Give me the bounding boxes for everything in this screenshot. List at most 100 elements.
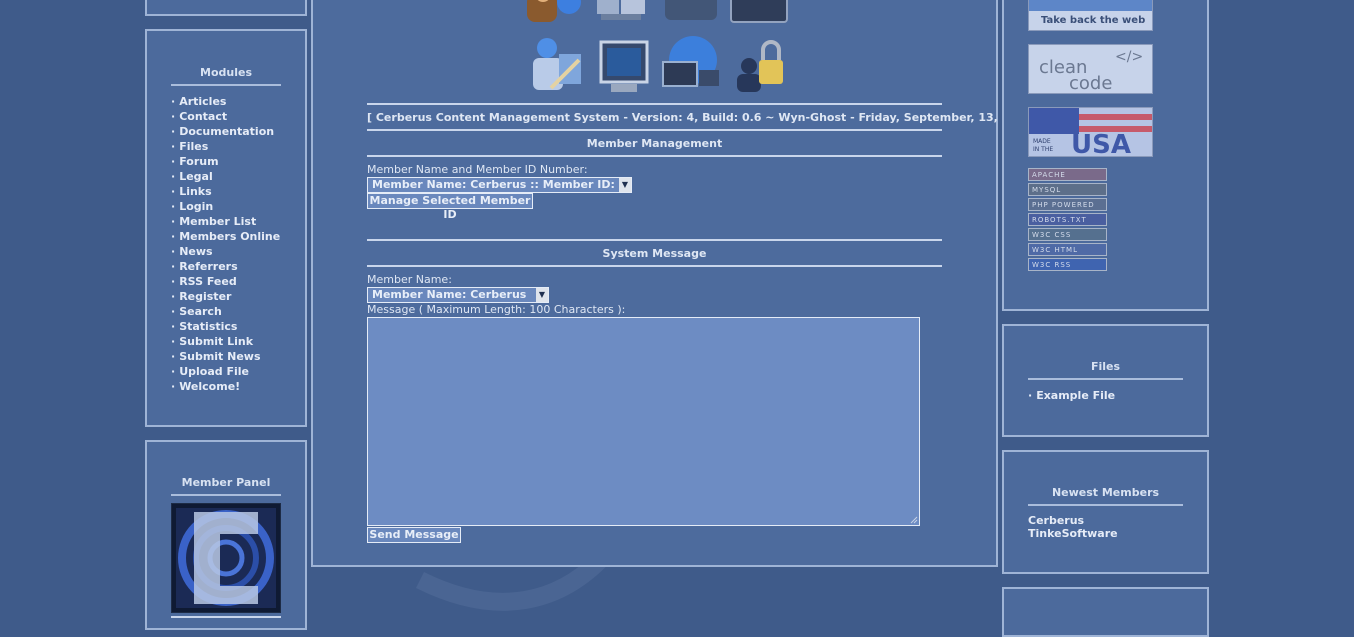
modules-title: Modules (171, 66, 281, 86)
module-link[interactable]: · Forum (171, 154, 281, 169)
module-link-label: Links (179, 185, 212, 198)
module-link-label: Statistics (179, 320, 238, 333)
clean-code-tag-icon: </> (1115, 49, 1144, 65)
send-message-button[interactable]: Send Message (367, 527, 461, 543)
bullet-icon: · (171, 185, 176, 198)
tools-icon[interactable] (663, 0, 719, 24)
users-globe-icon[interactable] (521, 0, 585, 24)
message-textarea[interactable] (367, 317, 920, 526)
module-link[interactable]: · Articles (171, 94, 281, 109)
newest-member-link[interactable]: TinkeSoftware (1028, 527, 1183, 540)
modules-menu: · Articles · Contact · Documentation · Files · Fo… (171, 94, 281, 394)
module-link[interactable]: · Login (171, 199, 281, 214)
w3c-html-badge[interactable]: W3C HTML (1028, 243, 1107, 256)
module-link[interactable]: · Legal (171, 169, 281, 184)
module-link[interactable]: · Submit News (171, 349, 281, 364)
mysql-badge[interactable]: MYSQL (1028, 183, 1107, 196)
module-link[interactable]: · Contact (171, 109, 281, 124)
module-link[interactable]: · Members Online (171, 229, 281, 244)
bullet-icon: · (171, 155, 176, 168)
take-back-web-banner[interactable]: Take back the web (1028, 0, 1153, 31)
module-link-label: Referrers (179, 260, 238, 273)
computers-icon[interactable] (591, 0, 651, 24)
clean-code-word2: code (1069, 73, 1113, 94)
module-link[interactable]: · Referrers (171, 259, 281, 274)
member-name-label: Member Name: (367, 273, 452, 286)
manage-member-button[interactable]: Manage Selected Member ID (367, 193, 533, 221)
module-link[interactable]: · Statistics (171, 319, 281, 334)
bullet-icon: · (171, 140, 176, 153)
module-link[interactable]: · Register (171, 289, 281, 304)
avatar-c-icon (176, 508, 276, 608)
user-paint-icon[interactable] (523, 36, 585, 98)
network-globe-icon[interactable] (659, 34, 723, 96)
header-bottom-rule (367, 129, 942, 131)
module-link[interactable]: · Submit Link (171, 334, 281, 349)
module-link[interactable]: · News (171, 244, 281, 259)
newest-member-link[interactable]: Cerberus (1028, 514, 1183, 527)
member-avatar[interactable] (171, 503, 281, 613)
member-name-select[interactable]: Member Name: Cerberus ▼ (367, 287, 549, 303)
module-link-label: Welcome! (179, 380, 241, 393)
user-lock-icon[interactable] (733, 36, 789, 96)
bullet-icon: · (171, 95, 176, 108)
bullet-icon: · (171, 335, 176, 348)
module-link[interactable]: · Member List (171, 214, 281, 229)
server-monitor-icon[interactable] (597, 36, 651, 96)
robots-badge[interactable]: ROBOTS.TXT (1028, 213, 1107, 226)
left-top-panel (145, 0, 307, 16)
module-link-label: Articles (179, 95, 227, 108)
member-panel-title: Member Panel (171, 476, 281, 496)
module-link[interactable]: · Welcome! (171, 379, 281, 394)
bullet-icon: · (171, 215, 176, 228)
module-link-label: Login (179, 200, 214, 213)
bullet-icon: · (171, 350, 176, 363)
newest-members-panel: Newest Members Cerberus TinkeSoftware (1002, 450, 1209, 574)
member-management-rule (367, 155, 942, 157)
module-link[interactable]: · RSS Feed (171, 274, 281, 289)
module-link[interactable]: · Upload File (171, 364, 281, 379)
modules-panel: Modules · Articles · Contact · Documentation ·… (145, 29, 307, 427)
w3c-css-badge[interactable]: W3C CSS (1028, 228, 1107, 241)
module-link-label: Contact (179, 110, 228, 123)
php-badge[interactable]: PHP POWERED (1028, 198, 1107, 211)
file-link-label: Example File (1036, 389, 1116, 402)
files-menu: · Example File (1028, 388, 1183, 403)
apache-badge[interactable]: APACHE (1028, 168, 1107, 181)
system-message-title: System Message (602, 247, 707, 260)
module-link-label: Members Online (179, 230, 281, 243)
monitor-icon[interactable] (729, 0, 789, 24)
clean-code-banner[interactable]: clean code </> (1028, 44, 1153, 94)
files-title: Files (1028, 360, 1183, 380)
newest-members-title: Newest Members (1028, 486, 1183, 506)
member-id-select-value: Member Name: Cerberus :: Member ID: 2 (372, 178, 627, 191)
member-id-select[interactable]: Member Name: Cerberus :: Member ID: 2 ▼ (367, 177, 632, 193)
bullet-icon: · (171, 320, 176, 333)
module-link-label: Upload File (179, 365, 249, 378)
module-link[interactable]: · Files (171, 139, 281, 154)
chevron-down-icon[interactable]: ▼ (619, 178, 631, 192)
bullet-icon: · (171, 125, 176, 138)
bullet-icon: · (171, 275, 176, 288)
chevron-down-icon[interactable]: ▼ (536, 288, 548, 302)
module-link[interactable]: · Links (171, 184, 281, 199)
module-link-label: Submit Link (179, 335, 254, 348)
bullet-icon: · (171, 200, 176, 213)
module-link-label: Register (179, 290, 232, 303)
member-panel: Member Panel (145, 440, 307, 630)
module-link-label: Submit News (179, 350, 261, 363)
usa-text: USA (1071, 130, 1131, 157)
module-link-label: Member List (179, 215, 257, 228)
bullet-icon: · (171, 305, 176, 318)
module-link[interactable]: · Search (171, 304, 281, 319)
bullet-icon: · (171, 110, 176, 123)
w3c-rss-badge[interactable]: W3C RSS (1028, 258, 1107, 271)
resize-handle-icon[interactable] (909, 515, 918, 524)
module-link-label: RSS Feed (179, 275, 237, 288)
module-link-label: Legal (179, 170, 213, 183)
bullet-icon: · (1028, 389, 1033, 402)
right-bottom-panel (1002, 587, 1209, 637)
made-in-usa-banner[interactable]: MADE IN THE USA (1028, 107, 1153, 157)
file-link[interactable]: · Example File (1028, 388, 1183, 403)
module-link[interactable]: · Documentation (171, 124, 281, 139)
